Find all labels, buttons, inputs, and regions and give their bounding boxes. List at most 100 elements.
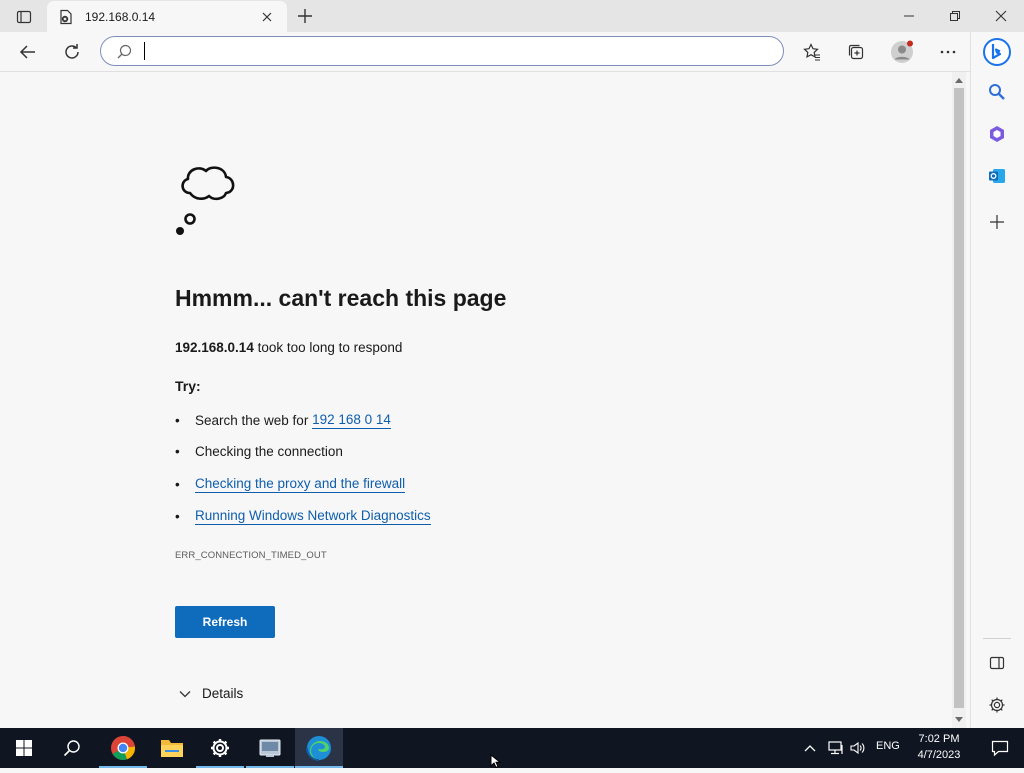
profile-button[interactable] <box>886 36 918 68</box>
error-description-text: took too long to respond <box>253 340 403 355</box>
proxy-firewall-link[interactable]: Checking the proxy and the firewall <box>195 476 406 493</box>
chevron-down-icon <box>179 690 191 697</box>
scroll-up-arrow-icon[interactable] <box>952 74 966 86</box>
tab-strip: 192.168.0.14 <box>0 0 1024 32</box>
sidebar-add-button[interactable] <box>983 208 1011 236</box>
bing-chat-button[interactable] <box>981 36 1013 68</box>
arrow-left-icon <box>19 45 35 59</box>
start-button[interactable] <box>0 728 48 768</box>
plus-icon <box>298 9 312 23</box>
hide-sidebar-button[interactable] <box>983 649 1011 677</box>
start-icon <box>16 740 32 756</box>
suggestion-search: • Search the web for 192 168 0 14 <box>175 412 391 429</box>
plus-icon <box>990 215 1004 229</box>
vertical-scrollbar[interactable] <box>952 72 966 728</box>
network-diagnostics-link[interactable]: Running Windows Network Diagnostics <box>195 508 431 525</box>
taskbar-settings[interactable] <box>196 728 244 768</box>
bullet: • <box>175 413 180 428</box>
error-host: 192.168.0.14 <box>175 340 254 355</box>
error-code: ERR_CONNECTION_TIMED_OUT <box>175 550 327 561</box>
input-language[interactable]: ENG <box>876 740 900 752</box>
clock-date: 4/7/2023 <box>917 749 961 761</box>
gear-icon <box>989 697 1005 713</box>
bullet: • <box>175 477 180 492</box>
minimize-button[interactable] <box>886 0 932 32</box>
close-window-button[interactable] <box>978 0 1024 32</box>
taskbar-edge[interactable] <box>295 728 343 768</box>
suggestion-diagnostics: • Running Windows Network Diagnostics <box>175 508 431 525</box>
close-icon <box>995 10 1007 22</box>
page-content: Hmmm... can't reach this page 192.168.0.… <box>0 72 952 728</box>
taskbar-chrome[interactable] <box>99 728 147 768</box>
restore-icon <box>950 11 960 21</box>
sidebar-toggle-icon <box>989 656 1005 670</box>
text-caret <box>144 42 145 60</box>
search-icon <box>63 740 80 757</box>
back-button[interactable] <box>12 36 44 68</box>
tray-overflow-icon[interactable] <box>800 738 820 758</box>
sidebar <box>970 32 1024 728</box>
tab-title: 192.168.0.14 <box>85 9 156 24</box>
sidebar-search-button[interactable] <box>983 78 1011 106</box>
mouse-pointer-icon <box>490 753 502 773</box>
address-input[interactable] <box>157 43 783 59</box>
tab-active[interactable]: 192.168.0.14 <box>47 1 287 32</box>
sidebar-divider <box>983 638 1011 639</box>
notification-icon <box>991 740 1009 757</box>
volume-icon[interactable] <box>848 738 868 758</box>
settings-more-button[interactable] <box>932 36 964 68</box>
details-toggle[interactable]: Details <box>178 686 243 701</box>
avatar-icon <box>891 40 913 63</box>
taskbar-control-panel[interactable] <box>246 728 294 768</box>
taskbar-search-button[interactable] <box>48 728 96 768</box>
magnifier-icon <box>989 84 1005 100</box>
bing-icon <box>983 38 1011 66</box>
error-description: 192.168.0.14 took too long to respond <box>175 340 402 355</box>
page-error-icon <box>57 8 75 26</box>
refresh-button[interactable]: Refresh <box>175 606 275 638</box>
thought-cloud-icon <box>172 160 252 245</box>
bullet: • <box>175 444 180 459</box>
star-list-icon <box>803 43 820 61</box>
bullet: • <box>175 509 180 524</box>
sidebar-settings-button[interactable] <box>983 691 1011 719</box>
chrome-icon <box>111 736 135 760</box>
clock-time: 7:02 PM <box>918 733 960 745</box>
scroll-down-arrow-icon[interactable] <box>952 714 966 726</box>
close-tab-icon[interactable] <box>257 7 277 27</box>
suggestion-connection-text: Checking the connection <box>195 444 343 459</box>
edge-icon <box>306 736 331 761</box>
collections-button[interactable] <box>840 36 872 68</box>
sidebar-office-button[interactable] <box>983 120 1011 148</box>
search-icon <box>117 44 132 58</box>
suggestion-connection: • Checking the connection <box>175 444 343 459</box>
scroll-thumb[interactable] <box>954 88 964 708</box>
restore-button[interactable] <box>932 0 978 32</box>
tab-actions-icon <box>16 10 32 24</box>
file-explorer-icon <box>161 740 183 757</box>
office-icon <box>990 126 1004 142</box>
outlook-icon <box>989 169 1005 183</box>
network-icon[interactable] <box>826 738 846 758</box>
refresh-toolbar-button[interactable] <box>56 36 88 68</box>
details-label: Details <box>202 686 244 701</box>
error-title: Hmmm... can't reach this page <box>175 285 507 311</box>
sidebar-outlook-button[interactable] <box>983 162 1011 190</box>
taskbar: ENG 7:02 PM 4/7/2023 <box>0 728 1024 768</box>
new-tab-button[interactable] <box>292 4 318 28</box>
collections-icon <box>848 44 864 60</box>
tab-actions-button[interactable] <box>10 6 38 28</box>
action-center-button[interactable] <box>976 728 1024 768</box>
search-web-link[interactable]: 192 168 0 14 <box>312 412 391 429</box>
taskbar-file-explorer[interactable] <box>148 728 196 768</box>
suggestion-proxy: • Checking the proxy and the firewall <box>175 476 406 493</box>
address-bar[interactable] <box>100 36 784 66</box>
settings-icon <box>211 739 229 757</box>
more-icon <box>940 50 956 54</box>
toolbar <box>0 32 1024 72</box>
control-panel-icon <box>259 739 281 757</box>
refresh-icon <box>65 44 79 59</box>
favorites-button[interactable] <box>796 36 828 68</box>
try-label: Try: <box>175 378 201 394</box>
clock[interactable]: 7:02 PM 4/7/2023 <box>912 731 966 763</box>
